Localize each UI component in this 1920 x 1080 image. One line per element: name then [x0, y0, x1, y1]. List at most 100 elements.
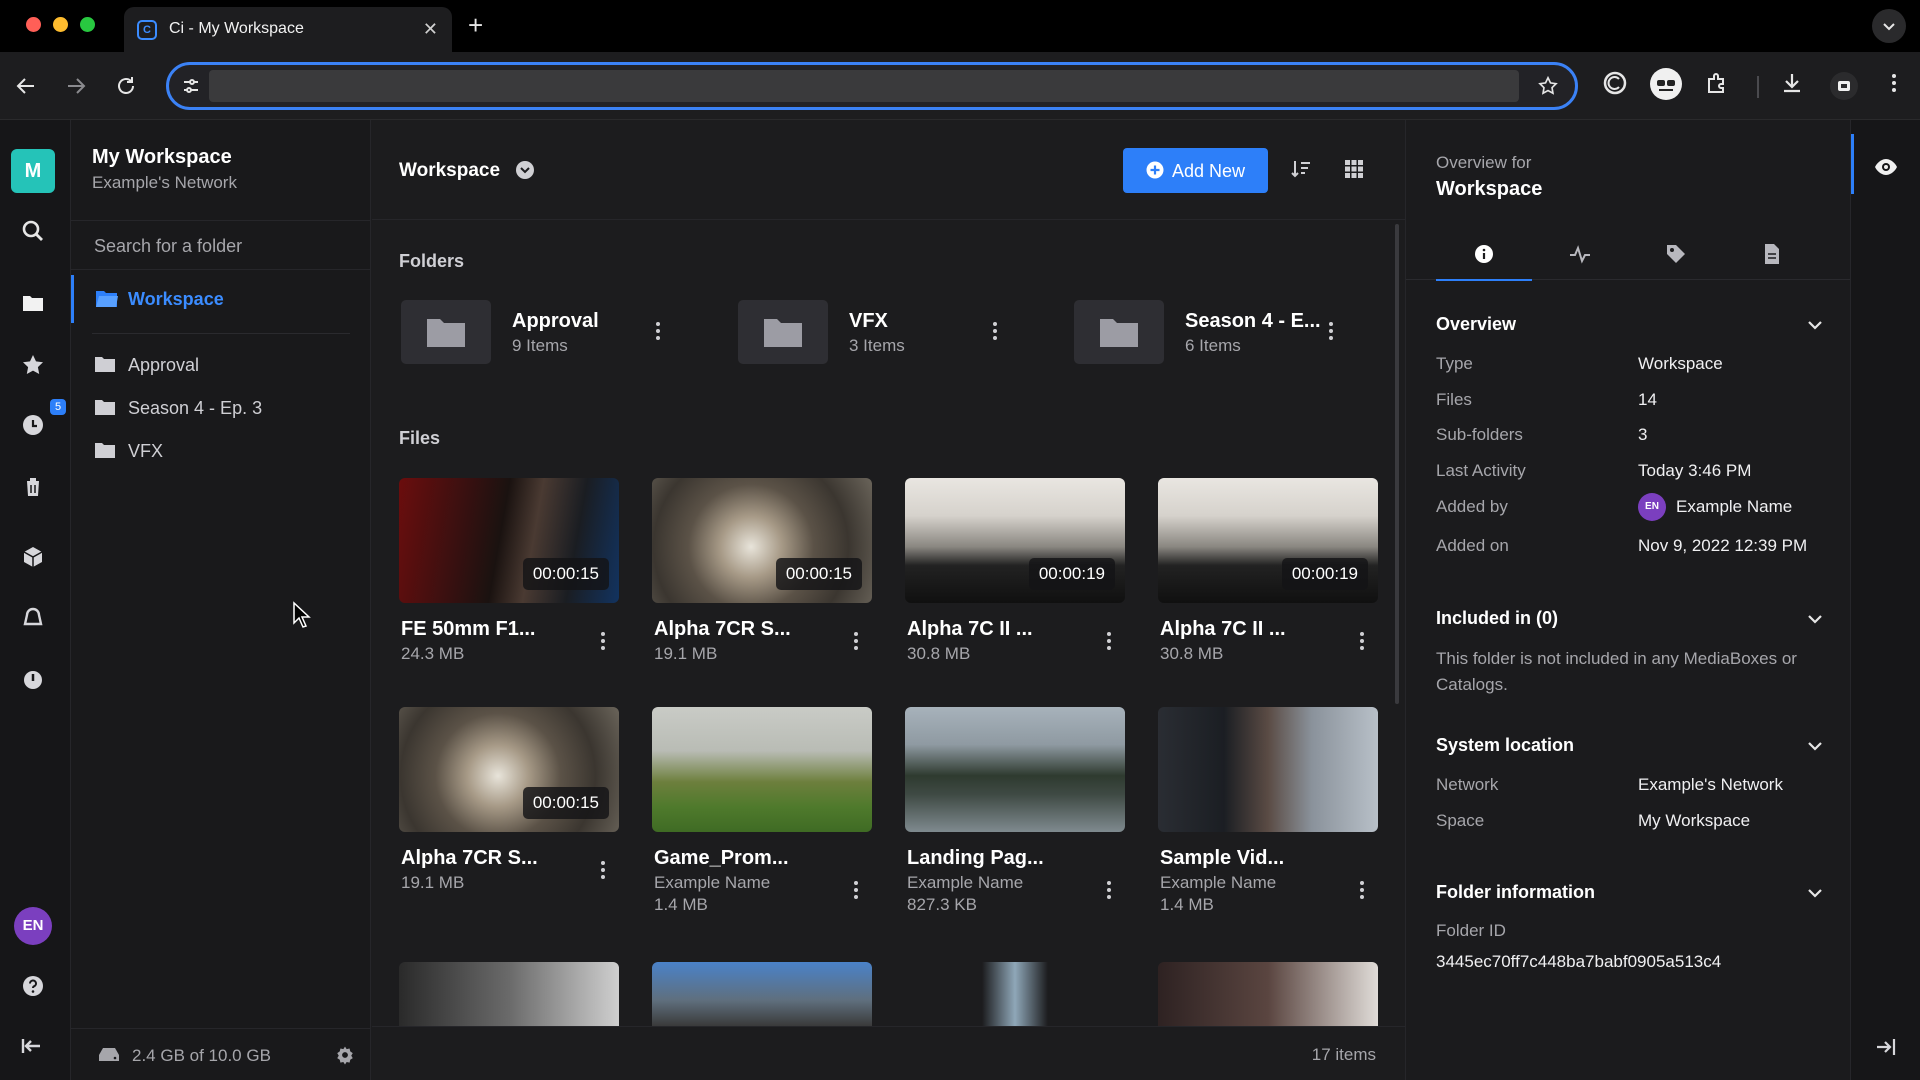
right-rail	[1850, 120, 1920, 1080]
tab-close-icon[interactable]: ✕	[423, 19, 438, 40]
collapse-icon[interactable]	[20, 1033, 46, 1059]
cloud-icon[interactable]	[20, 605, 46, 631]
folder-icon[interactable]	[20, 290, 46, 316]
duration-badge: 00:00:15	[775, 558, 862, 590]
tree-divider	[92, 333, 350, 334]
site-settings-icon[interactable]	[181, 76, 201, 96]
tree-item-workspace[interactable]: Workspace	[71, 275, 371, 323]
file-thumbnail-partial[interactable]	[652, 962, 872, 1026]
file-thumbnail-partial[interactable]	[905, 962, 1125, 1026]
folder-info-heading: Folder information	[1436, 882, 1595, 902]
chevron-down-icon[interactable]	[1806, 737, 1824, 755]
file-menu-icon[interactable]	[597, 859, 609, 883]
cube-icon[interactable]	[20, 544, 46, 570]
file-menu-icon[interactable]	[597, 630, 609, 654]
trash-icon[interactable]	[20, 474, 46, 500]
file-menu-icon[interactable]	[1356, 630, 1368, 654]
back-button[interactable]	[10, 70, 42, 102]
file-card[interactable]: 00:00:19 Alpha 7C II ... 30.8 MB	[905, 478, 1125, 678]
browser-tab[interactable]: C Ci - My Workspace ✕	[124, 7, 452, 52]
file-menu-icon[interactable]	[1103, 879, 1115, 903]
tab-tags[interactable]	[1628, 230, 1724, 280]
folder-count: 3 Items	[849, 336, 905, 355]
new-tab-button[interactable]: +	[468, 10, 483, 40]
folder-card[interactable]: Approval 9 Items	[399, 300, 719, 364]
grid-view-icon[interactable]	[1344, 159, 1364, 179]
file-menu-icon[interactable]	[1103, 630, 1115, 654]
file-menu-icon[interactable]	[1356, 879, 1368, 903]
add-new-button[interactable]: Add New	[1123, 148, 1268, 193]
scrollbar-thumb[interactable]	[1395, 224, 1399, 704]
file-card[interactable]: 00:00:15 FE 50mm F1... 24.3 MB	[399, 478, 619, 678]
file-menu-icon[interactable]	[850, 879, 862, 903]
folder-count: 6 Items	[1185, 336, 1241, 355]
mouse-cursor-icon	[293, 601, 311, 628]
folder-card[interactable]: VFX 3 Items	[736, 300, 1056, 364]
kv-value: Today 3:46 PM	[1638, 461, 1752, 480]
tree-item-season-4[interactable]: Season 4 - Ep. 3	[71, 387, 371, 427]
folder-search-input[interactable]: Search for a folder	[71, 220, 371, 270]
profile-avatar-icon[interactable]	[1650, 68, 1682, 100]
file-card[interactable]: Landing Pag... Example Name 827.3 KB	[905, 707, 1125, 914]
close-window-button[interactable]	[26, 17, 41, 32]
sort-icon[interactable]	[1290, 158, 1312, 180]
expand-panel-icon[interactable]	[1875, 1036, 1897, 1058]
help-icon[interactable]	[20, 973, 46, 999]
overview-name: Workspace	[1436, 178, 1543, 200]
image-thumbnail	[905, 707, 1125, 832]
file-card[interactable]: Game_Prom... Example Name 1.4 MB	[652, 707, 872, 914]
folder-icon	[95, 400, 115, 415]
folder-menu-icon[interactable]	[652, 320, 664, 344]
video-thumbnail: 00:00:15	[399, 707, 619, 832]
power-icon[interactable]	[20, 666, 46, 692]
file-card[interactable]: Sample Vid... Example Name 1.4 MB	[1158, 707, 1378, 914]
overview-heading: Overview	[1436, 314, 1517, 334]
extensions-puzzle-icon[interactable]	[1704, 70, 1730, 96]
star-icon[interactable]	[20, 352, 46, 378]
folder-card[interactable]: Season 4 - E... 6 Items	[1072, 300, 1392, 364]
duration-badge: 00:00:19	[1028, 558, 1115, 590]
url-field[interactable]	[209, 70, 1519, 102]
add-new-label: Add New	[1172, 161, 1246, 181]
user-avatar[interactable]: EN	[14, 907, 52, 945]
reload-button[interactable]	[110, 70, 142, 102]
address-bar[interactable]	[166, 62, 1578, 110]
folder-menu-icon[interactable]	[989, 320, 1001, 344]
eye-icon[interactable]	[1873, 154, 1899, 180]
folder-menu-icon[interactable]	[1325, 320, 1337, 344]
file-card[interactable]: 00:00:19 Alpha 7C II ... 30.8 MB	[1158, 478, 1378, 678]
maximize-window-button[interactable]	[80, 17, 95, 32]
chevron-down-circle-icon[interactable]	[515, 160, 535, 180]
minimize-window-button[interactable]	[53, 17, 68, 32]
workspace-logo[interactable]: M	[11, 149, 55, 193]
chevron-down-icon[interactable]	[1806, 610, 1824, 628]
browser-menu-icon[interactable]	[1882, 70, 1906, 96]
tab-info[interactable]	[1436, 230, 1532, 281]
file-menu-icon[interactable]	[850, 630, 862, 654]
chevron-down-icon[interactable]	[1806, 316, 1824, 334]
file-thumbnail-partial[interactable]	[399, 962, 619, 1026]
extension-c-icon[interactable]	[1602, 70, 1628, 96]
overview-for-label: Overview for	[1436, 153, 1532, 172]
file-name: Game_Prom...	[654, 847, 789, 869]
tree-root-label: Workspace	[128, 289, 224, 309]
file-card[interactable]: 00:00:15 Alpha 7CR S... 19.1 MB	[399, 707, 619, 907]
tab-activity[interactable]	[1532, 230, 1628, 280]
download-icon[interactable]	[1779, 70, 1805, 96]
clock-icon[interactable]	[20, 412, 46, 438]
tab-search-button[interactable]	[1872, 9, 1906, 43]
extension-badge-icon[interactable]	[1830, 72, 1858, 100]
folder-thumbnail	[1074, 300, 1164, 364]
favicon-icon: C	[137, 20, 157, 40]
bookmark-star-icon[interactable]	[1537, 75, 1559, 97]
tab-document[interactable]	[1724, 230, 1820, 280]
gear-icon[interactable]	[335, 1045, 355, 1065]
forward-button[interactable]	[60, 70, 92, 102]
chevron-down-icon[interactable]	[1806, 884, 1824, 902]
tree-item-vfx[interactable]: VFX	[71, 430, 371, 470]
search-icon[interactable]	[20, 218, 46, 244]
folder-id-value: 3445ec70ff7c448ba7babf0905a513c4	[1436, 952, 1722, 971]
file-thumbnail-partial[interactable]	[1158, 962, 1378, 1026]
tree-item-approval[interactable]: Approval	[71, 344, 371, 384]
file-card[interactable]: 00:00:15 Alpha 7CR S... 19.1 MB	[652, 478, 872, 678]
